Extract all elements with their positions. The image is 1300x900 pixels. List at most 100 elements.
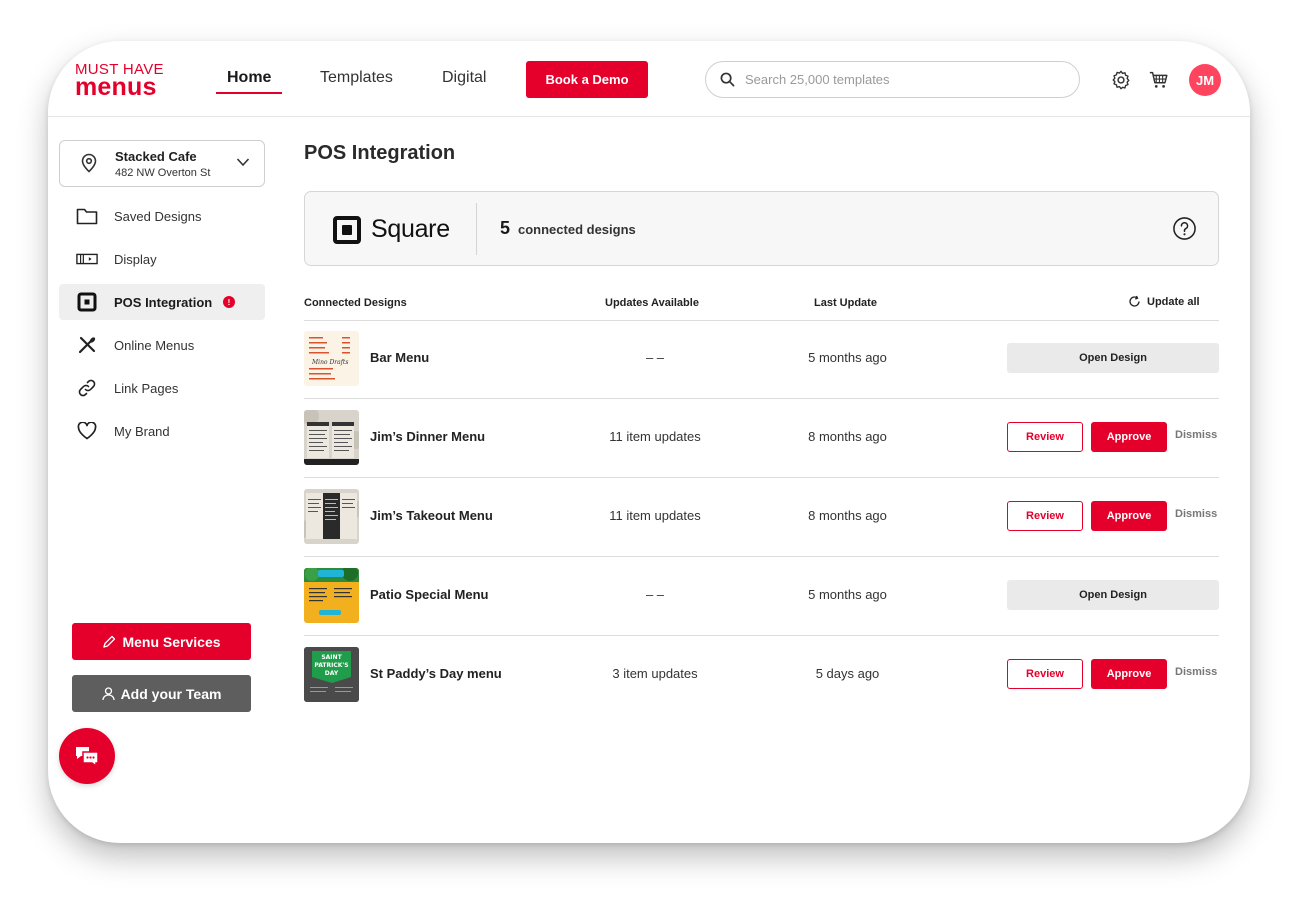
nav-active-indicator (216, 92, 282, 94)
column-header-updates: Updates Available (605, 297, 699, 309)
updates-available: – – (645, 350, 665, 365)
location-selector[interactable]: Stacked Cafe 482 NW Overton St (59, 140, 265, 187)
chevron-down-icon (236, 158, 250, 167)
help-icon[interactable] (1172, 216, 1197, 241)
design-name: Jim’s Takeout Menu (370, 508, 493, 523)
review-button[interactable]: Review (1007, 659, 1083, 689)
settings-gear-icon[interactable] (1110, 69, 1132, 91)
user-icon (101, 686, 115, 700)
last-update: 5 months ago (808, 587, 887, 602)
connected-count: 5 (500, 218, 511, 238)
book-demo-button[interactable]: Book a Demo (526, 61, 648, 98)
nav-templates[interactable]: Templates (320, 69, 393, 87)
design-name: St Paddy’s Day menu (370, 666, 502, 681)
search-icon (720, 72, 735, 87)
updates-available: 3 item updates (612, 666, 698, 681)
sidebar-item-link-pages[interactable]: Link Pages (59, 370, 265, 406)
square-pos-icon (76, 292, 98, 312)
column-header-last-update: Last Update (814, 297, 877, 309)
sidebar-item-pos-integration[interactable]: POS Integration ! (59, 284, 265, 320)
connected-label: connected designs (518, 222, 636, 237)
updates-available: 11 item updates (609, 429, 701, 444)
thumbnail-title: SAINT (321, 654, 342, 661)
thumbnail-title: DAY (325, 670, 339, 677)
cart-icon[interactable] (1148, 69, 1170, 91)
table-row: Jim’s Takeout Menu 11 item updates 8 mon… (304, 477, 1219, 556)
location-name: Stacked Cafe (115, 149, 197, 164)
table-row: SAINT PATRICK'S DAY St Paddy’s Day menu … (304, 635, 1219, 714)
last-update: 8 months ago (808, 508, 887, 523)
design-thumbnail[interactable]: Mino Drafts (304, 331, 359, 386)
dismiss-button[interactable]: Dismiss (1175, 508, 1217, 520)
pen-icon (103, 635, 116, 648)
open-design-button[interactable]: Open Design (1007, 580, 1219, 610)
design-thumbnail[interactable] (304, 568, 359, 623)
sidebar-item-label: Online Menus (114, 338, 195, 353)
location-address: 482 NW Overton St (115, 167, 211, 179)
sidebar-item-label: POS Integration (114, 295, 213, 310)
updates-available: – – (645, 587, 665, 602)
add-team-label: Add your Team (120, 685, 222, 702)
search-input[interactable]: Search 25,000 templates (705, 61, 1080, 98)
sidebar-item-label: Display (114, 252, 157, 267)
sidebar-item-display[interactable]: Display (59, 241, 265, 277)
column-header-designs: Connected Designs (304, 297, 407, 309)
refresh-icon (1129, 295, 1140, 307)
app-window: MUST HAVE menus Home Templates Digital B… (48, 41, 1250, 843)
thumbnail-title: Mino Drafts (311, 359, 348, 366)
approve-button[interactable]: Approve (1091, 422, 1167, 452)
sidebar-item-my-brand[interactable]: My Brand (59, 413, 265, 449)
approve-button[interactable]: Approve (1091, 501, 1167, 531)
chat-bubbles-icon (76, 747, 99, 768)
sidebar-item-label: Link Pages (114, 381, 179, 396)
last-update: 5 days ago (815, 666, 880, 681)
thumbnail-title: PATRICK'S (314, 662, 348, 669)
pos-provider-card: Square 5 connected designs (304, 191, 1219, 266)
square-logo: Square (333, 215, 450, 244)
design-thumbnail[interactable]: SAINT PATRICK'S DAY (304, 647, 359, 702)
dismiss-button[interactable]: Dismiss (1175, 429, 1217, 441)
user-avatar[interactable]: JM (1189, 64, 1221, 96)
design-name: Patio Special Menu (370, 587, 489, 602)
nav-home[interactable]: Home (227, 69, 271, 87)
design-name: Jim’s Dinner Menu (370, 429, 486, 444)
updates-available: 11 item updates (609, 508, 701, 523)
menu-services-button[interactable]: Menu Services (72, 623, 251, 660)
location-pin-icon (81, 153, 97, 173)
page-title: POS Integration (304, 142, 456, 164)
last-update: 5 months ago (808, 350, 887, 365)
update-all-button[interactable]: Update all (1128, 295, 1200, 308)
search-placeholder: Search 25,000 templates (745, 72, 890, 87)
brand-logo[interactable]: MUST HAVE menus (75, 62, 164, 100)
alert-badge: ! (223, 296, 235, 308)
open-design-button[interactable]: Open Design (1007, 343, 1219, 373)
sidebar-item-saved-designs[interactable]: Saved Designs (59, 198, 265, 234)
chat-support-button[interactable] (59, 728, 115, 784)
folder-icon (76, 206, 98, 226)
table-row: Patio Special Menu – – 5 months ago Open… (304, 556, 1219, 635)
display-icon (76, 249, 98, 269)
design-thumbnail[interactable] (304, 410, 359, 465)
sidebar-item-label: Saved Designs (114, 209, 202, 224)
approve-button[interactable]: Approve (1091, 659, 1167, 689)
heart-icon (76, 421, 98, 441)
menu-services-label: Menu Services (122, 633, 221, 650)
last-update: 8 months ago (808, 429, 887, 444)
sidebar-item-online-menus[interactable]: Online Menus (59, 327, 265, 363)
top-navigation: MUST HAVE menus Home Templates Digital B… (48, 41, 1250, 117)
logo-line-2: menus (75, 73, 157, 101)
dismiss-button[interactable]: Dismiss (1175, 666, 1217, 678)
link-icon (76, 378, 98, 398)
nav-digital[interactable]: Digital (442, 69, 486, 87)
utensils-icon (76, 335, 98, 355)
table-row: Jim’s Dinner Menu 11 item updates 8 mont… (304, 398, 1219, 477)
square-logo-icon (333, 215, 361, 244)
sidebar-item-label: My Brand (114, 424, 170, 439)
design-name: Bar Menu (370, 350, 430, 365)
design-thumbnail[interactable] (304, 489, 359, 544)
add-team-button[interactable]: Add your Team (72, 675, 251, 712)
update-all-label: Update all (1147, 295, 1200, 308)
provider-name: Square (371, 215, 450, 243)
review-button[interactable]: Review (1007, 422, 1083, 452)
review-button[interactable]: Review (1007, 501, 1083, 531)
